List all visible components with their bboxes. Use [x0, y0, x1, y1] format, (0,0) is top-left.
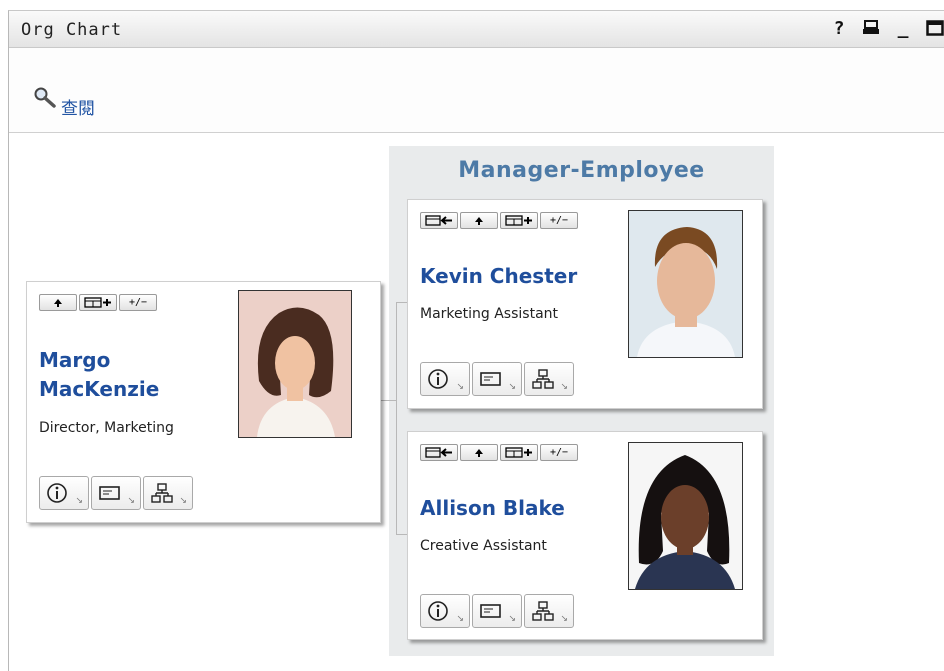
- org-tree-button[interactable]: ↘: [143, 476, 193, 510]
- up-arrow-button[interactable]: [460, 444, 498, 461]
- print-icon[interactable]: [862, 18, 880, 39]
- toggle-icon: +/−: [128, 297, 148, 308]
- email-card-icon: [480, 604, 501, 618]
- person-title: Creative Assistant: [420, 538, 547, 554]
- toggle-button[interactable]: +/−: [540, 444, 578, 461]
- name-line: MacKenzie: [39, 377, 160, 401]
- back-manager-icon: [425, 215, 452, 226]
- back-manager-button[interactable]: [420, 212, 458, 229]
- corner-arrow-icon: ↘: [560, 382, 568, 392]
- portlet-titlebar: Org Chart ? _: [9, 11, 944, 48]
- email-card-button[interactable]: ↘: [472, 594, 522, 628]
- person-title: Marketing Assistant: [420, 306, 559, 322]
- connector-line: [396, 302, 397, 534]
- panel-title: Manager-Employee: [458, 158, 705, 183]
- corner-arrow-icon: ↘: [75, 496, 83, 506]
- toggle-icon: +/−: [549, 215, 569, 226]
- person-name[interactable]: Margo MacKenzie: [39, 346, 159, 404]
- minimize-icon[interactable]: _: [894, 18, 912, 39]
- corner-arrow-icon: ↘: [456, 382, 464, 392]
- corner-arrow-icon: ↘: [508, 614, 516, 624]
- up-arrow-icon: [475, 448, 483, 457]
- search-icon: [33, 86, 57, 114]
- person-photo: [628, 210, 743, 358]
- person-title: Director, Marketing: [39, 420, 174, 436]
- toggle-button[interactable]: +/−: [540, 212, 578, 229]
- info-button[interactable]: ↘: [420, 594, 470, 628]
- expand-tree-button[interactable]: [79, 294, 117, 311]
- expand-tree-button[interactable]: [500, 444, 538, 461]
- up-arrow-icon: [54, 298, 62, 307]
- corner-arrow-icon: ↘: [508, 382, 516, 392]
- toggle-button[interactable]: +/−: [119, 294, 157, 311]
- info-icon: [47, 483, 67, 503]
- org-tree-icon: [532, 601, 554, 621]
- info-button[interactable]: ↘: [420, 362, 470, 396]
- corner-arrow-icon: ↘: [179, 496, 187, 506]
- person-card-kevin: +/− Kevin Chester Marketing Assistant ↘ …: [407, 199, 763, 409]
- person-card-allison: +/− Allison Blake Creative Assistant ↘ ↘…: [407, 431, 763, 640]
- up-arrow-button[interactable]: [460, 212, 498, 229]
- corner-arrow-icon: ↘: [456, 614, 464, 624]
- corner-arrow-icon: ↘: [127, 496, 135, 506]
- info-button[interactable]: ↘: [39, 476, 89, 510]
- window-controls: ? _: [830, 18, 944, 39]
- person-name[interactable]: Kevin Chester: [420, 262, 577, 291]
- email-card-icon: [99, 486, 120, 500]
- corner-arrow-icon: ↘: [560, 614, 568, 624]
- toolbar: 查閱: [9, 48, 944, 133]
- view-label[interactable]: 查閱: [61, 94, 95, 119]
- name-line: Margo: [39, 348, 111, 372]
- email-card-button[interactable]: ↘: [472, 362, 522, 396]
- person-photo: [238, 290, 352, 438]
- maximize-icon[interactable]: [926, 18, 944, 39]
- expand-tree-icon: [84, 297, 111, 308]
- back-manager-icon: [425, 447, 452, 458]
- info-icon: [428, 601, 448, 621]
- view-link[interactable]: 查閱: [33, 80, 95, 119]
- org-tree-button[interactable]: ↘: [524, 362, 574, 396]
- expand-tree-icon: [505, 447, 532, 458]
- info-icon: [428, 369, 448, 389]
- person-photo: [628, 442, 743, 590]
- expand-tree-button[interactable]: [500, 212, 538, 229]
- back-manager-button[interactable]: [420, 444, 458, 461]
- connector-line: [396, 534, 407, 535]
- window-title: Org Chart: [21, 20, 123, 40]
- email-card-icon: [480, 372, 501, 386]
- up-arrow-button[interactable]: [39, 294, 77, 311]
- toggle-icon: +/−: [549, 447, 569, 458]
- person-card-margo: +/− Margo MacKenzie Director, Marketing …: [26, 281, 381, 523]
- org-tree-button[interactable]: ↘: [524, 594, 574, 628]
- person-name[interactable]: Allison Blake: [420, 494, 565, 523]
- email-card-button[interactable]: ↘: [91, 476, 141, 510]
- expand-tree-icon: [505, 215, 532, 226]
- connector-line: [396, 302, 407, 303]
- up-arrow-icon: [475, 216, 483, 225]
- connector-line: [380, 400, 396, 401]
- help-icon[interactable]: ?: [830, 18, 848, 39]
- org-tree-icon: [532, 369, 554, 389]
- org-tree-icon: [151, 483, 173, 503]
